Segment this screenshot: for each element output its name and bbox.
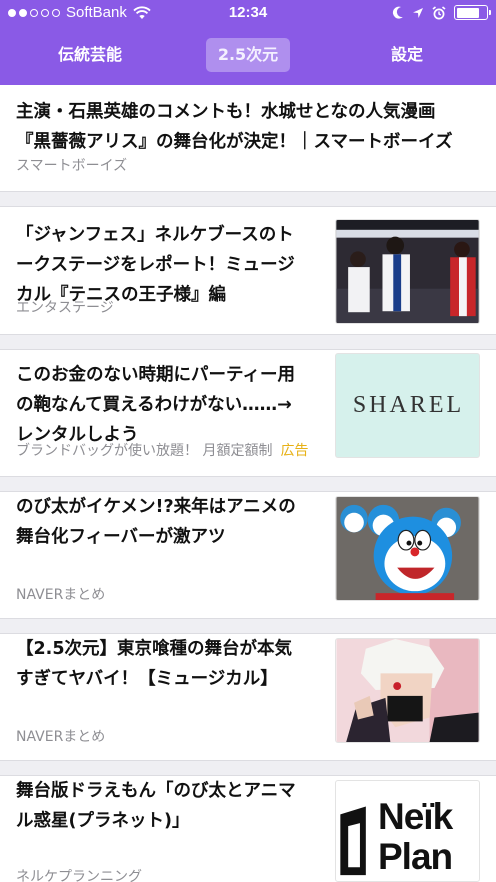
article-source: スマートボーイズ [16, 158, 128, 174]
location-arrow-icon [413, 7, 423, 18]
tokyo-ghoul-image [336, 639, 479, 742]
nelke-logo-text: Neïk Plan [378, 796, 453, 877]
article-item[interactable]: のび太がイケメン!?来年はアニメの 舞台化フィーバーが激アツ NAVERまとめ [0, 492, 496, 618]
separator [0, 760, 496, 776]
article-source: NAVERまとめ [16, 587, 106, 603]
ad-badge: 広告 [280, 443, 309, 459]
article-thumbnail [335, 638, 480, 743]
sharel-logo: SHAREL [352, 392, 465, 418]
article-thumbnail [335, 496, 480, 601]
ad-source: ブランドバッグが使い放題！ 月額定額制 広告 [16, 443, 309, 459]
doraemon-figures-image [336, 497, 479, 600]
article-item[interactable]: 主演・石黒英雄のコメントも！水城せとなの人気漫画 『黒薔薇アリス』の舞台化が決定… [0, 85, 496, 191]
ad-item[interactable]: このお金のない時期にパーティー用 の鞄なんて買えるわけがない……→ レンタルしよ… [0, 350, 496, 476]
article-thumbnail: SHAREL [335, 353, 480, 458]
alarm-icon [432, 5, 446, 19]
tab-traditional-arts[interactable]: 伝統芸能 [40, 38, 140, 72]
article-source: ネルケプランニング [16, 869, 142, 882]
separator [0, 618, 496, 634]
separator [0, 191, 496, 207]
category-tabs: 伝統芸能 2.5次元 設定 [0, 38, 496, 74]
separator [0, 334, 496, 350]
stage-photo-image [336, 220, 479, 323]
tab-settings[interactable]: 設定 [368, 38, 446, 72]
article-source: エンタステージ [16, 300, 114, 316]
status-bar: SoftBank 12:34 [0, 0, 496, 28]
tab-2-5-dimension[interactable]: 2.5次元 [206, 38, 290, 72]
article-item[interactable]: 「ジャンフェス」ネルケブースのト ークステージをレポート！ミュージ カル『テニス… [0, 207, 496, 334]
article-title: 舞台版ドラえもん「のび太とアニマ ル惑星(プラネット)」 [16, 781, 296, 831]
article-title: このお金のない時期にパーティー用 の鞄なんて買えるわけがない……→ レンタルしよ… [16, 365, 295, 445]
article-thumbnail [335, 219, 480, 324]
article-title: 【2.5次元】東京喰種の舞台が本気 すぎてヤバイ！【ミュージカル】 [16, 639, 292, 689]
article-item[interactable]: 舞台版ドラえもん「のび太とアニマ ル惑星(プラネット)」 ネルケプランニング N… [0, 776, 496, 882]
header-bar: SoftBank 12:34 伝統芸能 2.5次元 設定 [0, 0, 496, 85]
article-title: のび太がイケメン!?来年はアニメの 舞台化フィーバーが激アツ [16, 497, 296, 547]
battery-icon [454, 5, 491, 20]
separator [0, 476, 496, 492]
moon-icon [392, 6, 403, 19]
article-thumbnail: Neïk Plan [335, 780, 480, 882]
article-title: 主演・石黒英雄のコメントも！水城せとなの人気漫画 『黒薔薇アリス』の舞台化が決定… [16, 102, 453, 152]
article-source: NAVERまとめ [16, 729, 106, 745]
article-item[interactable]: 【2.5次元】東京喰種の舞台が本気 すぎてヤバイ！【ミュージカル】 NAVERま… [0, 634, 496, 760]
